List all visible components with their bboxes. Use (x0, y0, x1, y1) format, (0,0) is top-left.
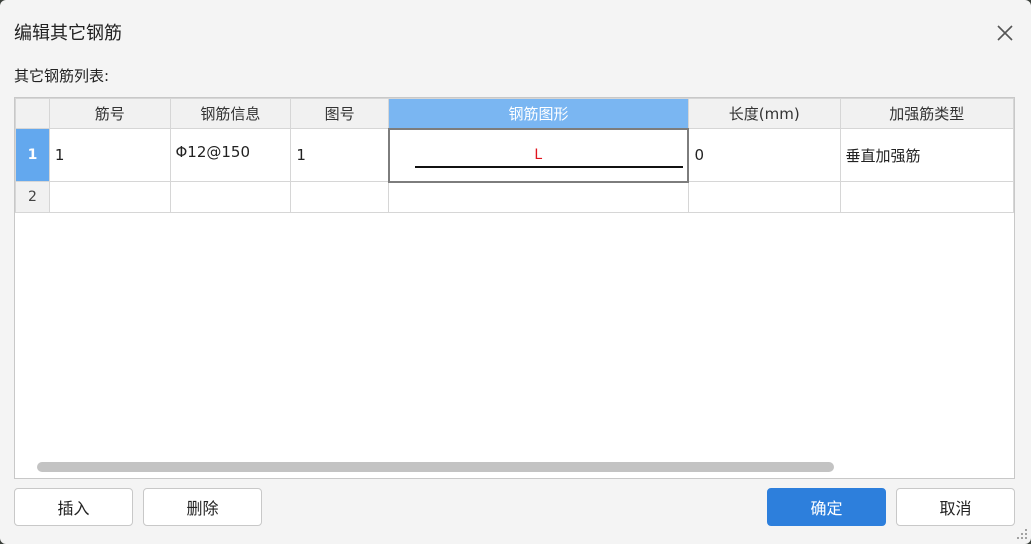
col-header-bar-no[interactable]: 筋号 (48, 98, 171, 129)
col-header-rownum (15, 98, 50, 129)
cell-length[interactable]: 0 (687, 128, 841, 182)
table-header-row: 筋号 钢筋信息 图号 钢筋图形 长度(mm) 加强筋类型 (15, 98, 1014, 129)
delete-button[interactable]: 删除 (143, 488, 262, 526)
col-header-length[interactable]: 长度(mm) (687, 98, 841, 129)
cancel-button[interactable]: 取消 (896, 488, 1015, 526)
ok-button[interactable]: 确定 (767, 488, 886, 526)
col-header-fig-no[interactable]: 图号 (290, 98, 390, 129)
cell-bar-shape[interactable] (388, 181, 689, 213)
bar-shape-line (414, 165, 684, 168)
rebar-table[interactable]: 筋号 钢筋信息 图号 钢筋图形 长度(mm) 加强筋类型 1 1 Φ12@150… (14, 97, 1015, 479)
insert-button[interactable]: 插入 (14, 488, 133, 526)
col-header-bar-shape[interactable]: 钢筋图形 (388, 98, 689, 129)
cell-bar-info[interactable]: Φ12@150 (169, 128, 292, 182)
col-header-reinforce-type[interactable]: 加强筋类型 (839, 98, 1014, 129)
bar-shape-label: L (534, 146, 543, 163)
table-row[interactable]: 1 1 Φ12@150 1 L 0 垂直加强筋 (15, 127, 1014, 183)
close-button[interactable] (990, 18, 1020, 48)
cell-bar-info[interactable] (169, 181, 292, 213)
cell-bar-shape[interactable]: L (387, 127, 690, 183)
close-icon (997, 25, 1013, 41)
list-label: 其它钢筋列表: (14, 67, 110, 85)
row-number[interactable]: 1 (15, 128, 50, 182)
bar-shape-drawing: L (390, 131, 688, 180)
table-row[interactable]: 2 (15, 181, 1014, 213)
col-header-bar-info[interactable]: 钢筋信息 (169, 98, 292, 129)
row-number[interactable]: 2 (15, 181, 50, 213)
cell-bar-no[interactable] (48, 181, 171, 213)
edit-other-rebar-dialog: 编辑其它钢筋 其它钢筋列表: 筋号 钢筋信息 图号 钢筋图形 长度(mm) 加强… (0, 0, 1031, 544)
cell-length[interactable] (687, 181, 841, 213)
dialog-title: 编辑其它钢筋 (14, 23, 122, 44)
cell-fig-no[interactable]: 1 (290, 128, 390, 182)
horizontal-scrollbar[interactable] (37, 462, 834, 472)
cell-reinforce-type[interactable]: 垂直加强筋 (839, 128, 1014, 182)
cell-reinforce-type[interactable] (839, 181, 1014, 213)
cell-fig-no[interactable] (290, 181, 390, 213)
cell-bar-no[interactable]: 1 (48, 128, 171, 182)
resize-grip-icon[interactable] (1016, 528, 1028, 540)
